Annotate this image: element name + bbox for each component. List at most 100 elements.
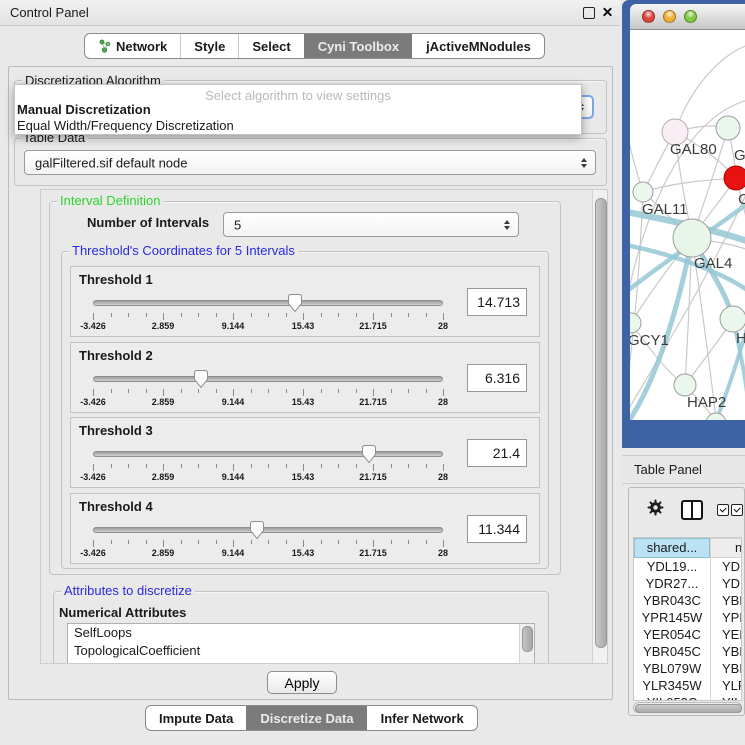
table-cell[interactable]: YDR27...	[634, 575, 710, 592]
gear-icon[interactable]	[647, 499, 664, 521]
tick-mark	[391, 540, 392, 544]
column-divider[interactable]	[710, 538, 711, 700]
network-node-gal4[interactable]	[673, 219, 711, 257]
network-node-node-red[interactable]	[724, 166, 745, 190]
table-cell[interactable]: YER0	[722, 626, 742, 643]
number-of-intervals-label: Number of Intervals	[87, 215, 209, 230]
settings-vertical-scrollbar[interactable]	[592, 190, 608, 663]
network-node-gcy1[interactable]	[630, 313, 641, 333]
bottom-tab-discretize-data[interactable]: Discretize Data	[246, 706, 366, 730]
attribute-list-item[interactable]: TopologicalCoefficient	[68, 642, 534, 660]
float-window-icon[interactable]	[583, 7, 595, 19]
list-scrollbar-thumb[interactable]	[522, 626, 533, 652]
table-cell[interactable]: YPR1	[722, 609, 742, 626]
dropdown-option-equal-width-frequency[interactable]: Equal Width/Frequency Discretization	[17, 118, 234, 133]
close-icon[interactable]	[601, 6, 613, 18]
attribute-list-item[interactable]: BetweennessCentrality	[68, 660, 534, 664]
dropdown-option-manual-discretization[interactable]: Manual Discretization	[17, 102, 151, 117]
table-cell[interactable]: YBL079W	[634, 660, 710, 677]
bottom-tab-bar: Impute DataDiscretize DataInfer Network	[145, 705, 478, 731]
slider-thumb[interactable]	[287, 293, 303, 313]
table-cell[interactable]: YIL0	[722, 694, 742, 701]
apply-button[interactable]: Apply	[267, 671, 337, 694]
slider-thumb[interactable]	[193, 369, 209, 389]
tab-style[interactable]: Style	[180, 34, 238, 58]
slider-track[interactable]	[93, 376, 443, 382]
bottom-tab-infer-network[interactable]: Infer Network	[367, 706, 477, 730]
traffic-light-close[interactable]	[642, 10, 655, 23]
table-scrollbar-thumb[interactable]	[635, 704, 742, 713]
checkbox-icon[interactable]	[731, 504, 743, 516]
table-cell[interactable]: YPR145W	[634, 609, 710, 626]
tab-jactivemnodules[interactable]: jActiveMNodules	[412, 34, 544, 58]
traffic-light-minimize[interactable]	[663, 10, 676, 23]
settings-scrollbar-thumb[interactable]	[595, 198, 607, 648]
table-cell[interactable]: YDL1	[722, 558, 742, 575]
threshold-value-field[interactable]: 6.316	[467, 364, 527, 392]
table-cell[interactable]: YLR3	[722, 677, 742, 694]
tick-label: 28	[438, 472, 448, 482]
network-edge[interactable]	[643, 178, 736, 192]
table-cell[interactable]: YIL053C	[634, 694, 710, 701]
tick-mark	[93, 540, 94, 547]
table-cell[interactable]: YBL0	[722, 660, 742, 677]
network-node-label: GA	[734, 147, 745, 164]
bottom-tab-impute-data[interactable]: Impute Data	[146, 706, 246, 730]
tick-mark	[373, 389, 374, 396]
network-node-node-h[interactable]	[720, 306, 745, 332]
tick-mark	[251, 389, 252, 393]
table-cell[interactable]: YLR345W	[634, 677, 710, 694]
tick-mark	[321, 540, 322, 544]
tick-mark	[356, 313, 357, 317]
slider-track[interactable]	[93, 300, 443, 306]
network-edge[interactable]	[630, 192, 643, 390]
threshold-value-field[interactable]: 11.344	[467, 515, 527, 543]
slider-thumb[interactable]	[249, 520, 265, 540]
network-node-gal11[interactable]	[633, 182, 653, 202]
threshold-value-field[interactable]: 14.713	[467, 288, 527, 316]
table-cell[interactable]: YBR043C	[634, 592, 710, 609]
network-node-node-top[interactable]	[716, 116, 740, 140]
table-cell[interactable]: YBR0	[722, 643, 742, 660]
combobox-stepper-icon	[581, 158, 587, 168]
slider-track[interactable]	[93, 451, 443, 457]
network-node-label: GCY1	[630, 332, 669, 349]
tab-select[interactable]: Select	[238, 34, 303, 58]
tick-mark	[128, 313, 129, 317]
tab-label: Style	[194, 39, 225, 54]
tick-mark	[373, 540, 374, 547]
tick-mark	[146, 540, 147, 544]
checkbox-icon[interactable]	[717, 504, 729, 516]
table-cell[interactable]: YER054C	[634, 626, 710, 643]
number-of-intervals-combobox[interactable]: 5	[223, 212, 519, 237]
tab-cyni-toolbox[interactable]: Cyni Toolbox	[304, 34, 412, 58]
network-canvas[interactable]: GAL80GACGAL11GAL4GCY1HAHAP2	[630, 30, 745, 420]
table-horizontal-scrollbar[interactable]	[633, 702, 742, 713]
tick-mark	[93, 464, 94, 471]
table-cell[interactable]: YBR0	[722, 592, 742, 609]
tab-network[interactable]: Network	[85, 34, 180, 58]
table-cell[interactable]: YBR045C	[634, 643, 710, 660]
tick-label: 21.715	[359, 397, 387, 407]
tick-mark	[216, 540, 217, 544]
tick-mark	[163, 389, 164, 396]
traffic-light-zoom[interactable]	[684, 10, 697, 23]
tick-mark	[286, 389, 287, 393]
tick-mark	[286, 540, 287, 544]
table-data-combobox[interactable]: galFiltered.sif default node	[24, 150, 596, 175]
threshold-panel: Threshold 26.316-3.4262.8599.14415.4321.…	[70, 342, 540, 413]
slider-thumb[interactable]	[361, 444, 377, 464]
table-cell[interactable]: YDL19...	[634, 558, 710, 575]
tick-mark	[181, 464, 182, 468]
network-node-node-b[interactable]	[706, 413, 726, 420]
network-node-hap2[interactable]	[674, 374, 696, 396]
attribute-list-item[interactable]: SelfLoops	[68, 624, 534, 642]
column-header-name[interactable]: name	[710, 538, 742, 558]
tick-mark	[268, 389, 269, 393]
slider-track[interactable]	[93, 527, 443, 533]
list-scrollbar[interactable]	[519, 624, 534, 664]
split-columns-icon[interactable]	[681, 500, 703, 520]
table-cell[interactable]: YDR2	[722, 575, 742, 592]
column-header-shared-name[interactable]: shared...	[634, 538, 710, 558]
threshold-value-field[interactable]: 21.4	[467, 439, 527, 467]
